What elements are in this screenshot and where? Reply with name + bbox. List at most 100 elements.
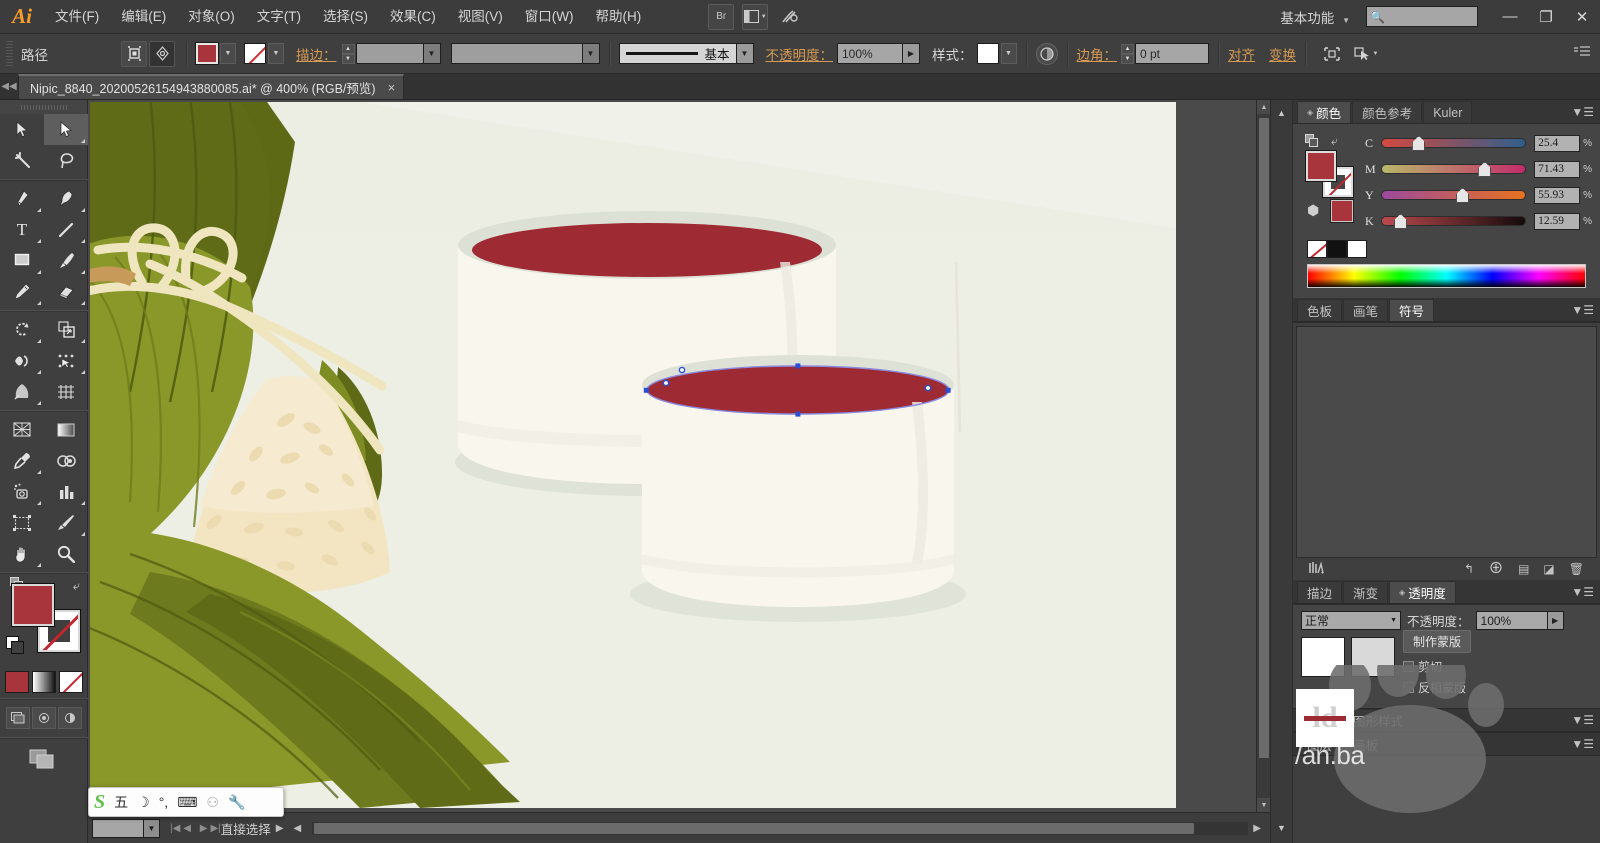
graphic-style-dropdown-arrow[interactable]: ▼	[1000, 43, 1017, 64]
zoom-level-field[interactable]	[92, 818, 144, 838]
shape-options-icon[interactable]	[1319, 41, 1345, 67]
first-artboard-icon[interactable]: |◀	[170, 823, 180, 834]
delete-symbol-icon[interactable]: 🗑	[1569, 562, 1584, 576]
swap-fill-stroke-icon[interactable]: ⤶	[1331, 134, 1338, 149]
channel-thumb-y[interactable]	[1456, 188, 1470, 203]
channel-slider-c[interactable]	[1381, 136, 1527, 151]
stroke-color-control[interactable]: ▼	[244, 43, 284, 64]
workspace-switcher[interactable]: 基本功能 ▼	[1276, 7, 1354, 27]
menu-file[interactable]: 文件(F)	[44, 0, 110, 34]
control-bar-grip[interactable]	[6, 40, 13, 67]
channel-thumb-c[interactable]	[1412, 136, 1426, 151]
corner-radius-field[interactable]: 0 pt	[1135, 43, 1209, 64]
isolate-selected-icon[interactable]	[121, 40, 147, 67]
rotate-tool[interactable]	[0, 314, 44, 345]
close-icon[interactable]: ×	[388, 80, 396, 95]
eraser-tool[interactable]	[44, 276, 88, 307]
menu-select[interactable]: 选择(S)	[312, 0, 379, 34]
control-panel-menu-icon[interactable]	[1574, 46, 1590, 61]
menu-view[interactable]: 视图(V)	[447, 0, 514, 34]
stroke-weight-stepper[interactable]: ▲ ▼	[341, 43, 355, 64]
mesh-gradient-tool[interactable]	[0, 414, 44, 445]
scroll-left-icon[interactable]: ◀	[294, 823, 302, 834]
transform-button[interactable]: 变换	[1269, 44, 1296, 64]
none-swatch[interactable]	[1307, 240, 1327, 258]
select-similar-icon[interactable]: ▼	[1353, 41, 1379, 67]
canvas-area[interactable]	[88, 100, 1270, 812]
tab-color-guide[interactable]: 颜色参考	[1352, 101, 1423, 123]
pen-tool[interactable]	[0, 183, 44, 214]
dock-collapse-strip[interactable]: ▲ ▼	[1271, 100, 1293, 843]
white-swatch[interactable]	[1347, 240, 1367, 258]
stroke-weight-dropdown-arrow[interactable]: ▼	[423, 43, 441, 64]
lasso-tool[interactable]	[44, 145, 88, 176]
tab-symbols[interactable]: 符号	[1389, 299, 1435, 321]
place-symbol-instance-icon[interactable]: ↰	[1464, 562, 1474, 576]
zoom-level-control[interactable]: ▼	[92, 818, 160, 838]
object-thumbnail[interactable]	[1301, 637, 1345, 677]
paintbrush-tool[interactable]	[44, 245, 88, 276]
rectangle-tool[interactable]	[0, 245, 44, 276]
tab-kuler[interactable]: Kuler	[1423, 101, 1473, 123]
invert-mask-checkbox[interactable]: 反相蒙版	[1403, 679, 1471, 696]
type-tool[interactable]: T	[0, 214, 44, 245]
previous-artboard-icon[interactable]: ◀	[183, 823, 191, 834]
gradient-mode-button[interactable]	[31, 671, 56, 693]
zoom-level-dropdown-arrow[interactable]: ▼	[144, 818, 160, 838]
fullscreen-menubar-mode-button[interactable]	[31, 707, 56, 729]
clip-checkbox-box[interactable]	[1403, 661, 1414, 672]
tab-transparency[interactable]: ◈ 透明度	[1389, 581, 1456, 603]
blend-tool[interactable]	[44, 445, 88, 476]
corner-radius-control[interactable]: ▲ ▼ 0 pt	[1121, 43, 1209, 64]
scale-tool[interactable]	[44, 314, 88, 345]
color-spectrum-bar[interactable]	[1307, 264, 1586, 288]
stroke-profile-dropdown-arrow[interactable]: ▼	[582, 43, 600, 64]
artboard-number-field[interactable]	[194, 823, 197, 834]
mesh-tool[interactable]	[44, 376, 88, 407]
channel-thumb-m[interactable]	[1478, 162, 1492, 177]
collapse-panels-icon[interactable]: ▲	[1277, 108, 1286, 118]
ime-mode-chinese[interactable]: 五	[114, 792, 128, 812]
opacity-field[interactable]: 100%	[837, 43, 903, 64]
symbol-libraries-icon[interactable]	[1309, 561, 1325, 577]
column-graph-tool[interactable]	[44, 476, 88, 507]
tab-brushes[interactable]: 画笔	[1343, 299, 1389, 321]
symbols-list[interactable]	[1296, 326, 1597, 558]
tab-swatches[interactable]: 色板	[1297, 299, 1343, 321]
eyedropper-tool[interactable]	[0, 445, 44, 476]
ime-keyboard-icon[interactable]: ⌨	[177, 794, 197, 811]
width-tool[interactable]	[0, 345, 44, 376]
artboard[interactable]	[90, 102, 1176, 808]
artboard-tool[interactable]	[0, 507, 44, 538]
status-menu-icon[interactable]: ▶	[276, 823, 284, 834]
tab-color[interactable]: ◈ 颜色	[1297, 101, 1352, 123]
channel-slider-k[interactable]	[1381, 214, 1527, 229]
channel-value-y[interactable]: 55.93	[1534, 186, 1581, 204]
opacity-dropdown-arrow[interactable]: ▶	[903, 43, 920, 64]
clip-checkbox[interactable]: 剪切	[1403, 658, 1471, 675]
channel-value-c[interactable]: 25.4	[1534, 134, 1581, 152]
hand-tool[interactable]	[0, 538, 44, 569]
last-artboard-icon[interactable]: ▶|	[210, 823, 220, 834]
menu-type[interactable]: 文字(T)	[246, 0, 312, 34]
opacity-label[interactable]: 不透明度：	[766, 44, 834, 64]
scroll-down-icon[interactable]: ▼	[1257, 798, 1271, 812]
zoom-tool[interactable]	[44, 538, 88, 569]
tab-layers[interactable]: 图层	[1297, 733, 1343, 755]
none-mode-button[interactable]	[58, 671, 83, 693]
stroke-weight-field[interactable]	[355, 43, 424, 64]
transparency-opacity-arrow[interactable]: ▶	[1547, 611, 1564, 630]
fill-color-control[interactable]: ▼	[195, 42, 236, 65]
make-mask-button[interactable]: 制作蒙版	[1403, 630, 1472, 653]
channel-value-k[interactable]: 12.59	[1534, 212, 1581, 230]
invert-mask-checkbox-box[interactable]	[1403, 682, 1414, 693]
brush-definition-control[interactable]: 基本 ▼	[618, 43, 754, 64]
maximize-button[interactable]: ❐	[1528, 0, 1564, 34]
layers-panel-menu-icon[interactable]: ▼☰	[1571, 737, 1594, 751]
corner-radius-stepper[interactable]: ▲ ▼	[1121, 43, 1134, 64]
curvature-tool[interactable]	[44, 183, 88, 214]
ime-user-icon[interactable]: ⚇	[206, 794, 219, 811]
blend-mode-dropdown[interactable]: 正常 ▼	[1301, 611, 1401, 630]
close-button[interactable]: ✕	[1564, 0, 1600, 34]
canvas-vertical-scrollbar[interactable]: ▲ ▼	[1256, 100, 1271, 812]
